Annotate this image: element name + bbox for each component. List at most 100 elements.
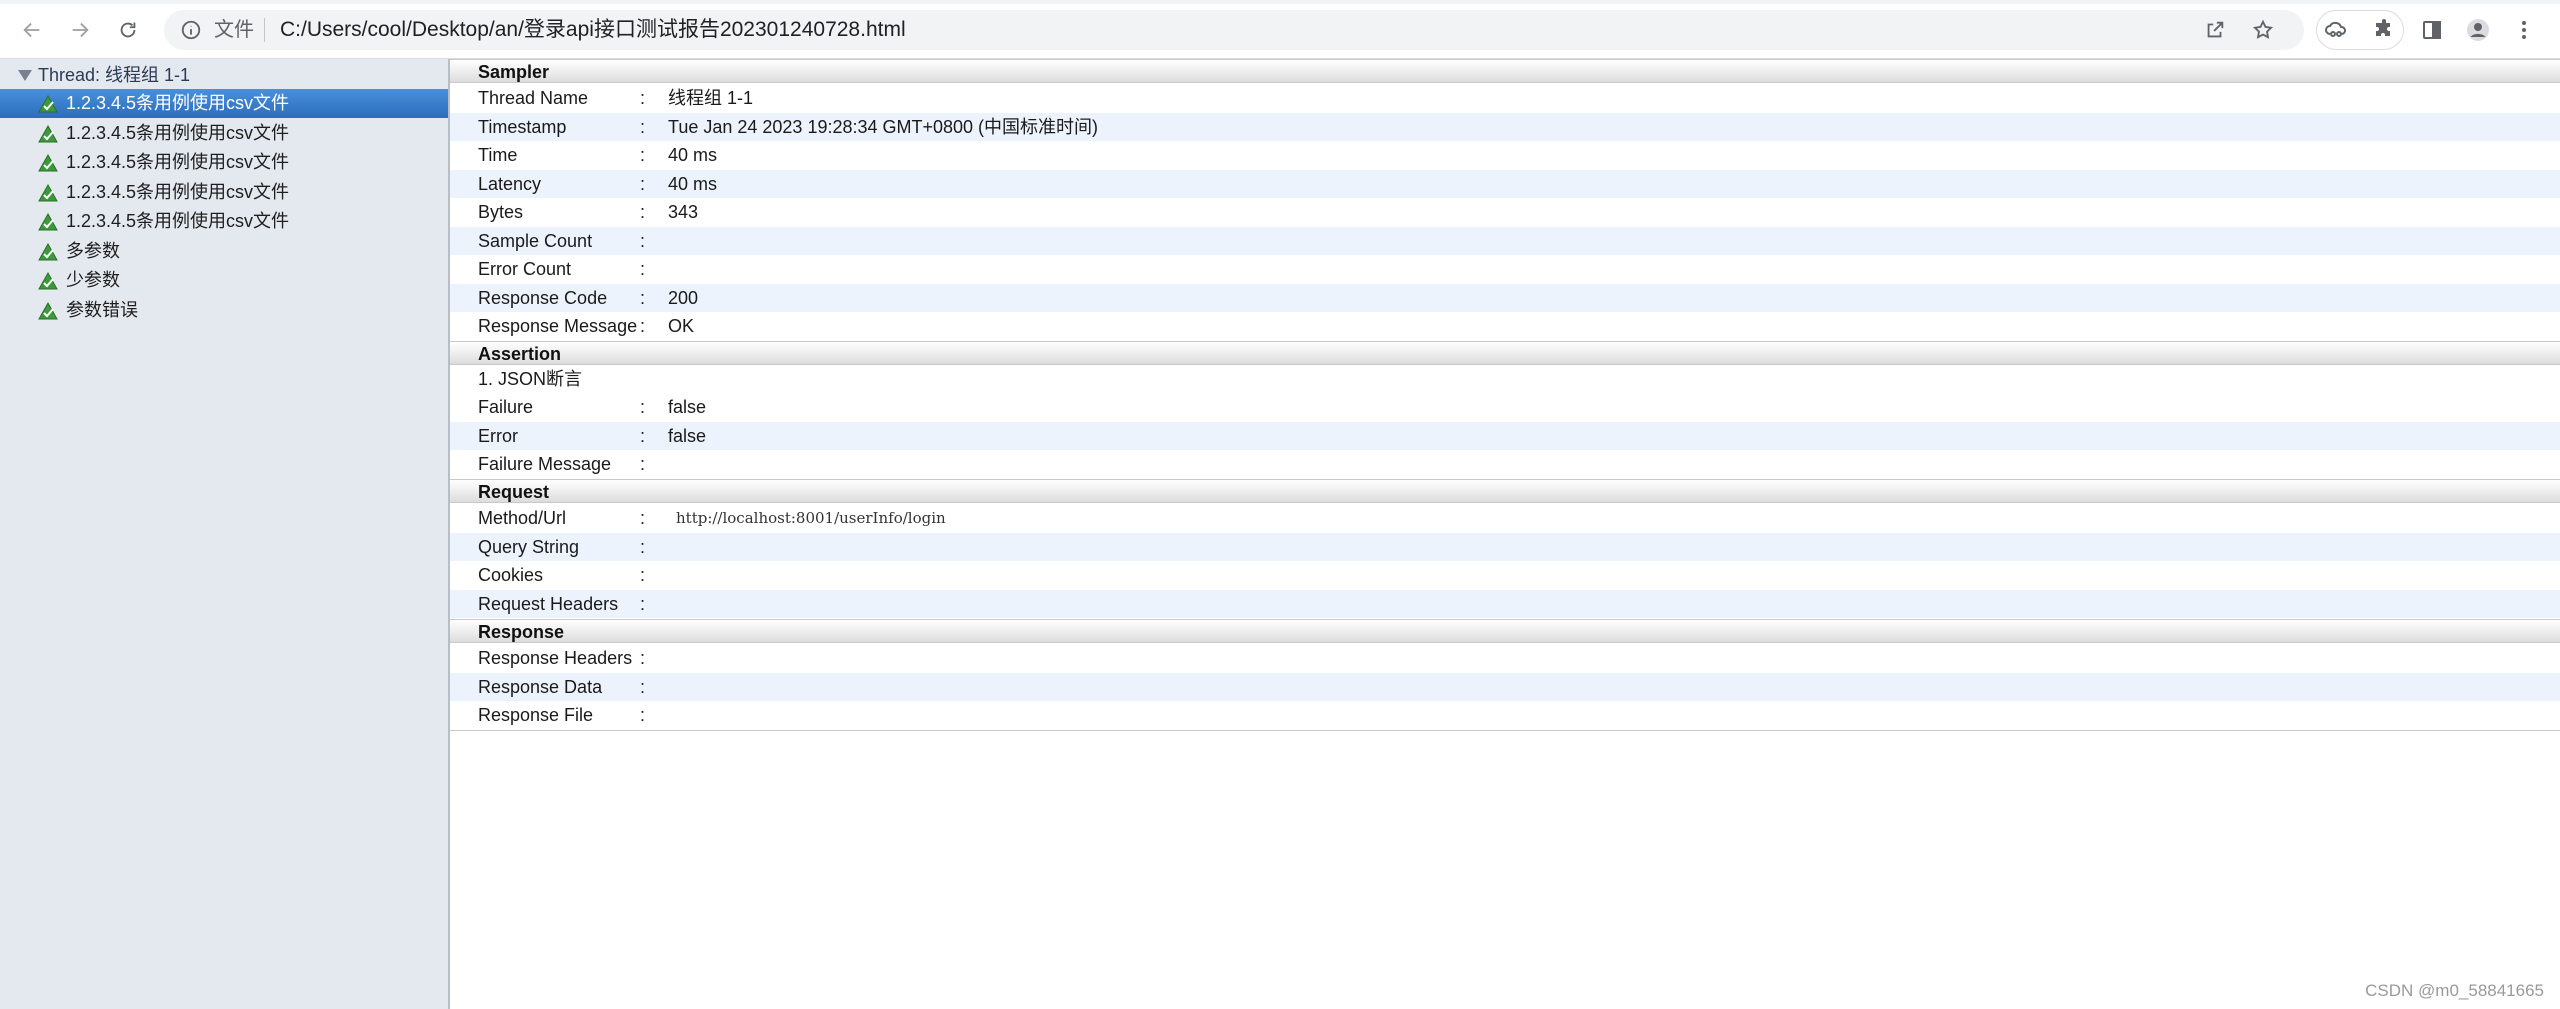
field-value: OK <box>668 316 695 336</box>
field-colon: : <box>640 88 646 108</box>
url-text[interactable]: C:/Users/cool/Desktop/an/登录api接口测试报告2023… <box>280 19 906 41</box>
sampler-row: Error Count: <box>450 255 2560 283</box>
field-colon: : <box>640 259 646 279</box>
field-value: false <box>668 397 707 417</box>
field-value: false <box>668 425 707 446</box>
field-colon: : <box>640 173 646 194</box>
vpn-extension-icon[interactable] <box>2324 18 2348 42</box>
sampler-row: Response Code: 200 <box>450 283 2560 312</box>
side-panel-icon[interactable] <box>2420 18 2444 42</box>
back-button[interactable] <box>12 12 52 48</box>
response-row: Response Data: <box>450 672 2560 701</box>
assertion-row: Failure: false <box>450 393 2560 421</box>
field-key: Request Headers <box>478 593 619 614</box>
field-colon: : <box>640 705 646 725</box>
field-key: Response Headers <box>478 648 633 668</box>
browser-toolbar: 文件 C:/Users/cool/Desktop/an/登录api接口测试报告2… <box>0 0 2560 59</box>
forward-button[interactable] <box>60 12 100 48</box>
field-value: 线程组 1-1 <box>668 88 754 108</box>
field-key: Error <box>478 425 518 446</box>
assertion-name: 1. JSON断言 <box>478 369 583 389</box>
success-icon <box>38 242 58 260</box>
menu-kebab-icon[interactable] <box>2512 18 2536 42</box>
field-key: Response File <box>478 705 594 725</box>
response-row: Response Headers: <box>450 644 2560 672</box>
sampler-row: Thread Name: 线程组 1-1 <box>450 84 2560 112</box>
tree-item-label: 1.2.3.4.5条用例使用csv文件 <box>66 122 290 143</box>
request-row: Method/Url: http://localhost:8001/userInf… <box>450 504 2560 532</box>
success-icon <box>38 212 58 231</box>
field-colon: : <box>640 316 646 336</box>
address-bar[interactable]: 文件 C:/Users/cool/Desktop/an/登录api接口测试报告2… <box>164 10 2304 50</box>
profile-avatar-icon[interactable] <box>2466 18 2490 42</box>
sampler-section-header: Sampler <box>450 59 2560 83</box>
sampler-row: Time: 40 ms <box>450 141 2560 169</box>
response-section-header: Response <box>450 619 2560 643</box>
field-key: Thread Name <box>478 88 589 108</box>
field-colon: : <box>640 676 646 697</box>
request-row: Query String: <box>450 532 2560 561</box>
field-key: Method/Url <box>478 508 567 528</box>
field-colon: : <box>640 565 646 585</box>
expand-triangle-icon[interactable] <box>18 70 32 81</box>
tree-item[interactable]: 1.2.3.4.5条用例使用csv文件 <box>0 207 448 236</box>
field-colon: : <box>640 454 646 474</box>
arrow-right-icon <box>72 22 89 38</box>
tree-item[interactable]: 多参数 <box>0 237 448 266</box>
tree-item[interactable]: 1.2.3.4.5条用例使用csv文件 <box>0 89 448 118</box>
success-icon <box>38 183 58 201</box>
reload-button[interactable] <box>108 12 148 48</box>
field-colon: : <box>640 230 646 251</box>
sampler-row: Bytes: 343 <box>450 198 2560 226</box>
success-icon <box>38 153 58 172</box>
tree-item[interactable]: 参数错误 <box>0 296 448 325</box>
field-colon: : <box>640 425 646 446</box>
request-section-header: Request <box>450 479 2560 503</box>
field-key: Response Message <box>478 316 638 336</box>
tree-item-label: 1.2.3.4.5条用例使用csv文件 <box>66 93 290 113</box>
assertion-name-row: 1. JSON断言 <box>450 365 2560 393</box>
tree-item[interactable]: 1.2.3.4.5条用例使用csv文件 <box>0 178 448 207</box>
omnibox-divider <box>264 18 265 42</box>
field-value: Tue Jan 24 2023 19:28:34 GMT+0800 (中国标准时… <box>668 116 1099 137</box>
arrow-left-icon <box>23 22 40 38</box>
field-key: Bytes <box>478 202 524 222</box>
puzzle-extensions-icon[interactable] <box>2372 18 2396 42</box>
field-value: 200 <box>668 287 699 308</box>
assertion-row: Error: false <box>450 421 2560 450</box>
thread-group-node[interactable]: Thread: 线程组 1-1 <box>0 61 448 89</box>
sampler-row: Latency: 40 ms <box>450 169 2560 198</box>
tab-strip-edge <box>0 0 2560 4</box>
field-key: Query String <box>478 536 580 557</box>
tree-item-label: 多参数 <box>66 240 120 261</box>
star-icon[interactable] <box>2252 19 2274 41</box>
share-icon[interactable] <box>2204 19 2226 41</box>
results-tree: Thread: 线程组 1-1 1.2.3.4.5条用例使用csv文件 1.2.3… <box>0 59 450 1009</box>
tree-item[interactable]: 1.2.3.4.5条用例使用csv文件 <box>0 148 448 177</box>
scheme-label: 文件 <box>214 19 254 41</box>
success-icon <box>38 94 58 113</box>
tree-item[interactable]: 少参数 <box>0 266 448 295</box>
request-row: Cookies: <box>450 561 2560 589</box>
reload-icon <box>120 22 136 38</box>
success-icon <box>38 271 58 290</box>
field-colon: : <box>640 145 646 165</box>
field-key: Failure Message <box>478 454 612 474</box>
assertion-section-header: Assertion <box>450 341 2560 365</box>
field-value: 40 ms <box>668 173 718 194</box>
tree-item-label: 少参数 <box>66 270 120 290</box>
response-row: Response File: <box>450 701 2560 729</box>
field-colon: : <box>640 116 646 137</box>
field-key: Response Code <box>478 287 608 308</box>
sampler-row: Timestamp: Tue Jan 24 2023 19:28:34 GMT+0… <box>450 112 2560 141</box>
tree-item[interactable]: 1.2.3.4.5条用例使用csv文件 <box>0 119 448 148</box>
sample-detail: Sampler Thread Name: 线程组 1-1 Timestamp: Tue… <box>450 59 2560 1009</box>
field-colon: : <box>640 648 646 668</box>
watermark: CSDN @m0_58841665 <box>2365 981 2544 1000</box>
field-key: Error Count <box>478 259 572 279</box>
tree-item-label: 1.2.3.4.5条用例使用csv文件 <box>66 152 290 172</box>
tree-item-label: 参数错误 <box>66 299 138 320</box>
field-key: Latency <box>478 173 542 194</box>
info-icon[interactable] <box>180 19 202 41</box>
field-value: http://localhost:8001/userInfo/login <box>676 509 946 527</box>
